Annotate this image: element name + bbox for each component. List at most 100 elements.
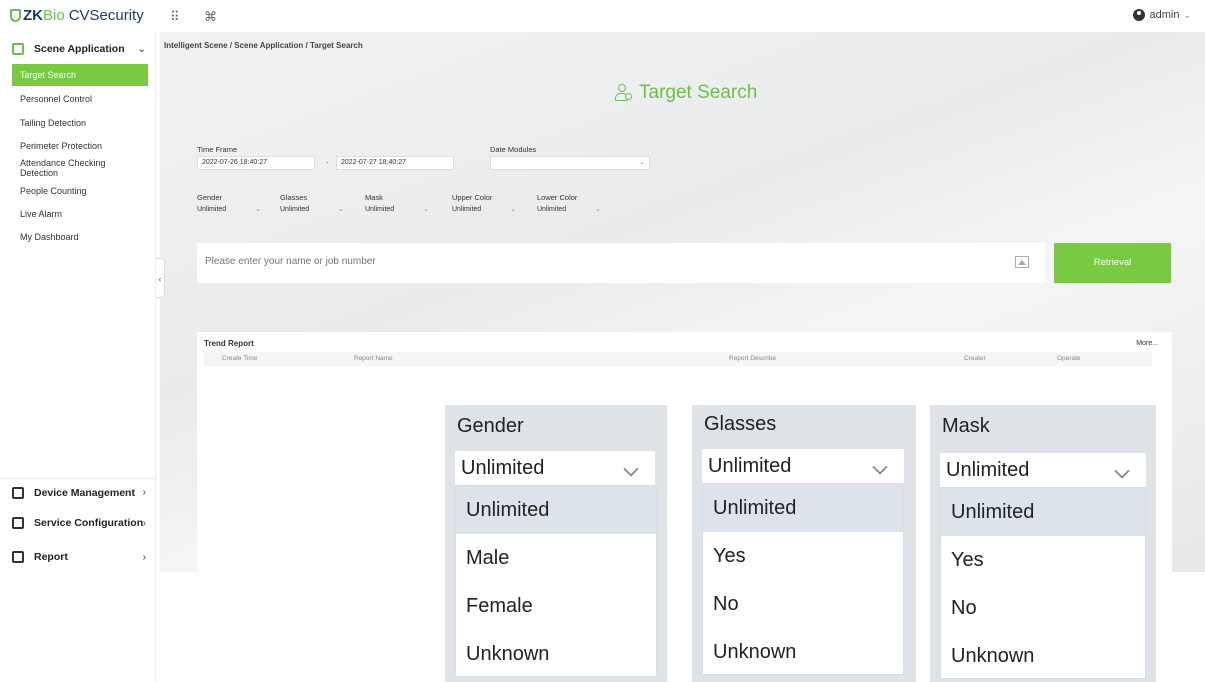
trend-more-link[interactable]: More... — [1136, 340, 1158, 347]
sidebar: Scene Application ⌄ Target Search Person… — [0, 32, 156, 682]
app-grid-icon[interactable]: ⠿ — [170, 9, 180, 25]
glasses-option-no[interactable]: No — [703, 580, 903, 628]
glasses-filter-value: Unlimited — [280, 206, 310, 213]
sidebar-item-my-dashboard[interactable]: My Dashboard — [12, 232, 148, 242]
sidebar-collapse-handle[interactable]: ‹ — [156, 258, 165, 298]
chevron-right-icon: › — [142, 487, 146, 498]
mask-filter-value: Unlimited — [365, 206, 395, 213]
gender-option-unlimited[interactable]: Unlimited — [456, 486, 656, 534]
brand-bio: Bio — [43, 7, 65, 24]
chevron-down-icon — [1114, 463, 1130, 479]
top-bar: ZK Bio CVSecurity ⠿ ⌘ admin ⌄ — [0, 0, 1205, 32]
mask-option-yes[interactable]: Yes — [941, 536, 1145, 584]
device-management-icon — [12, 486, 24, 499]
sidebar-group-label: Report — [34, 551, 68, 563]
gender-options-menu: Unlimited Male Female Unknown — [455, 485, 657, 677]
mask-options-menu: Unlimited Yes No Unknown — [940, 487, 1146, 679]
brand-product: CVSecurity — [68, 7, 144, 24]
glasses-dropdown-callout: Glasses Unlimited Unlimited Yes No Unkno… — [692, 405, 916, 682]
upper-color-filter-select[interactable]: Unlimited ⌄ — [452, 203, 518, 217]
glasses-filter-select[interactable]: Unlimited ⌄ — [280, 203, 346, 217]
sidebar-item-live-alarm[interactable]: Live Alarm — [12, 209, 148, 219]
sidebar-group-label: Service Configuration — [34, 517, 144, 529]
person-search-icon — [615, 84, 633, 102]
glasses-filter-label: Glasses — [280, 193, 308, 202]
date-modules-select[interactable]: ⌄ — [490, 156, 650, 170]
mask-option-unlimited[interactable]: Unlimited — [941, 488, 1145, 536]
scene-application-icon — [12, 43, 24, 55]
upper-color-filter-value: Unlimited — [452, 206, 482, 213]
glasses-callout-value: Unlimited — [708, 455, 792, 477]
service-configuration-icon — [12, 517, 24, 529]
chevron-down-icon: ⌄ — [338, 206, 344, 213]
gender-callout-value: Unlimited — [461, 457, 545, 479]
column-creater: Creater — [964, 355, 986, 362]
lower-color-filter-select[interactable]: Unlimited ⌄ — [537, 203, 603, 217]
gender-callout-select[interactable]: Unlimited — [455, 451, 655, 485]
shield-logo-icon — [10, 9, 21, 22]
column-create-time: Create Time — [222, 355, 258, 362]
gender-filter-select[interactable]: Unlimited ⌄ — [197, 203, 263, 217]
mask-callout-value: Unlimited — [946, 459, 1030, 481]
sidebar-group-report[interactable]: Report › — [0, 543, 156, 571]
mask-dropdown-callout: Mask Unlimited Unlimited Yes No Unknown — [930, 405, 1156, 682]
user-menu[interactable]: admin ⌄ — [1133, 9, 1191, 21]
page-title: Target Search — [615, 82, 757, 104]
sidebar-item-attendance-checking-detection[interactable]: Attendance Checking Detection — [12, 158, 122, 178]
sidebar-item-people-counting[interactable]: People Counting — [12, 186, 148, 196]
sidebar-item-tailing-detection[interactable]: Tailing Detection — [12, 118, 148, 128]
chevron-right-icon: › — [142, 551, 146, 563]
gender-filter-label: Gender — [197, 193, 223, 202]
chevron-down-icon: ⌄ — [639, 159, 645, 166]
report-icon — [12, 551, 24, 563]
sidebar-group-scene-application[interactable]: Scene Application ⌄ — [0, 35, 156, 63]
time-frame-label: Time Frame — [197, 145, 238, 154]
gender-option-female[interactable]: Female — [456, 582, 656, 630]
mask-filter-label: Mask — [365, 193, 383, 202]
column-report-describe: Report Describe — [729, 355, 776, 362]
sidebar-item-target-search[interactable]: Target Search — [12, 64, 148, 86]
mask-callout-select[interactable]: Unlimited — [940, 453, 1146, 487]
lower-color-filter-label: Lower Color — [537, 193, 578, 202]
mask-option-unknown[interactable]: Unknown — [941, 632, 1145, 680]
image-upload-icon[interactable] — [1015, 256, 1029, 268]
app-logo[interactable]: ZK Bio CVSecurity — [10, 7, 144, 24]
mask-option-no[interactable]: No — [941, 584, 1145, 632]
time-start-field[interactable]: 2022-07-26 18:40:27 — [197, 156, 315, 170]
gender-option-male[interactable]: Male — [456, 534, 656, 582]
sidebar-item-perimeter-protection[interactable]: Perimeter Protection — [12, 141, 148, 151]
search-bar — [197, 243, 1045, 283]
gender-callout-label: Gender — [457, 415, 524, 437]
upper-color-filter-label: Upper Color — [452, 193, 493, 202]
column-report-name: Report Name — [354, 355, 393, 362]
search-input[interactable] — [205, 256, 985, 267]
sidebar-item-personnel-control[interactable]: Personnel Control — [12, 94, 148, 104]
time-end-field[interactable]: 2022-07-27 18:40:27 — [336, 156, 454, 170]
trend-report-title: Trend Report — [204, 339, 254, 348]
chevron-down-icon: ⌄ — [1183, 9, 1191, 20]
retrieval-button[interactable]: Retrieval — [1054, 243, 1171, 283]
sidebar-group-service-configuration[interactable]: Service Configuration › — [0, 509, 156, 537]
mask-callout-label: Mask — [942, 415, 990, 437]
gender-option-unknown[interactable]: Unknown — [456, 630, 656, 678]
user-avatar-icon — [1133, 9, 1146, 21]
mask-filter-select[interactable]: Unlimited ⌄ — [365, 203, 431, 217]
chevron-right-icon: › — [142, 517, 146, 529]
glasses-callout-label: Glasses — [704, 413, 777, 435]
sidebar-group-label: Device Management — [34, 486, 135, 499]
glasses-callout-select[interactable]: Unlimited — [702, 449, 904, 483]
sidebar-group-device-management[interactable]: Device Management › — [0, 478, 156, 506]
date-modules-label: Date Modules — [490, 145, 537, 154]
chevron-down-icon — [623, 461, 639, 477]
glasses-option-unknown[interactable]: Unknown — [703, 628, 903, 676]
glasses-options-menu: Unlimited Yes No Unknown — [702, 483, 904, 675]
glasses-option-yes[interactable]: Yes — [703, 532, 903, 580]
gender-filter-value: Unlimited — [197, 206, 227, 213]
chevron-down-icon: ⌄ — [595, 206, 601, 213]
gender-dropdown-callout: Gender Unlimited Unlimited Male Female U… — [445, 405, 667, 682]
glasses-option-unlimited[interactable]: Unlimited — [703, 484, 903, 532]
app-window: ZK Bio CVSecurity ⠿ ⌘ admin ⌄ Scene Appl… — [0, 0, 1205, 682]
sidebar-group-label: Scene Application — [34, 43, 125, 55]
command-icon[interactable]: ⌘ — [204, 9, 217, 25]
chevron-down-icon — [872, 459, 888, 475]
